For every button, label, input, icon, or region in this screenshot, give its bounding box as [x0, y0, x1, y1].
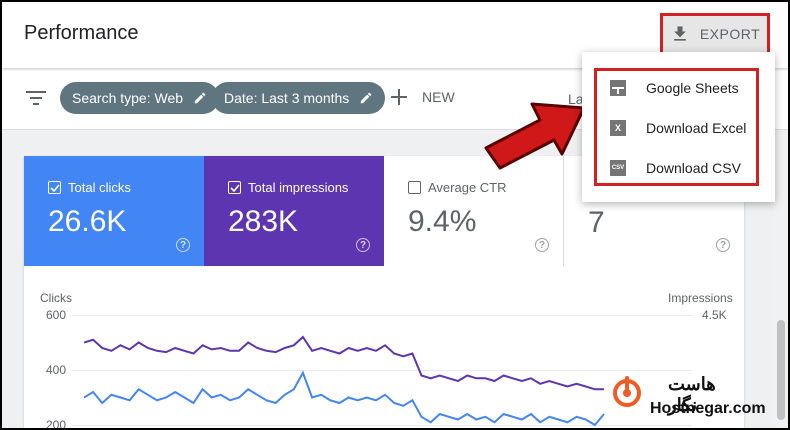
left-axis-title: Clicks: [40, 291, 72, 305]
menu-item-google-sheets[interactable]: Google Sheets: [610, 80, 739, 96]
filter-icon[interactable]: [26, 90, 46, 106]
left-tick-label: 600: [46, 308, 67, 322]
brand-domain: Hostnegar.com: [650, 400, 766, 417]
download-icon: [674, 26, 686, 41]
edit-icon: [361, 92, 372, 104]
chip-label: Search type: Web: [72, 90, 184, 106]
series-line-impressions: [84, 335, 604, 391]
hostnegar-logo: [613, 376, 641, 407]
metric-total-impressions[interactable]: Total impressions 283K ?: [204, 156, 384, 266]
export-button[interactable]: EXPORT: [660, 13, 770, 55]
search-type-chip[interactable]: Search type: Web: [60, 82, 220, 114]
date-chip[interactable]: Date: Last 3 months: [212, 82, 386, 114]
check-icon: [49, 183, 60, 192]
metric-value: 7: [588, 206, 605, 239]
help-icon[interactable]: ?: [535, 238, 549, 252]
metric-value: 9.4%: [408, 205, 477, 238]
checkbox[interactable]: [408, 181, 421, 194]
right-axis-title: Impressions: [668, 291, 733, 305]
check-icon: [229, 183, 240, 192]
menu-item-label: Download CSV: [646, 160, 741, 176]
page-title: Performance: [24, 22, 139, 44]
scrollbar[interactable]: [774, 130, 788, 428]
metric-label: Total clicks: [68, 180, 131, 195]
app-window: Performance EXPORT Search type: Web Date…: [0, 0, 790, 430]
left-tick-label: 400: [46, 363, 67, 377]
metric-label: Total impressions: [248, 180, 349, 195]
metric-total-clicks[interactable]: Total clicks 26.6K ?: [24, 156, 204, 266]
excel-icon: X: [610, 120, 626, 136]
new-label: NEW: [422, 89, 455, 105]
metric-value: 283K: [228, 205, 299, 238]
help-icon[interactable]: ?: [356, 238, 370, 252]
pointer-arrow-icon: [484, 102, 586, 170]
menu-item-label: Download Excel: [646, 120, 747, 136]
left-tick-label: 200: [46, 418, 67, 430]
sheets-icon: [610, 80, 626, 96]
new-filter-button[interactable]: NEW: [390, 88, 455, 106]
csv-icon: CSV: [610, 160, 626, 176]
export-dropdown-menu: Google Sheets X Download Excel CSV Downl…: [582, 52, 775, 202]
scrollbar-thumb[interactable]: [777, 320, 785, 420]
chip-label: Date: Last 3 months: [224, 90, 350, 106]
menu-item-label: Google Sheets: [646, 80, 739, 96]
menu-item-download-excel[interactable]: X Download Excel: [610, 120, 746, 136]
plus-icon: [391, 89, 407, 105]
help-icon[interactable]: ?: [176, 238, 190, 252]
menu-item-download-csv[interactable]: CSV Download CSV: [610, 160, 741, 176]
edit-icon: [194, 92, 206, 104]
right-tick-label: 4.5K: [702, 308, 727, 322]
metric-value: 26.6K: [48, 205, 127, 238]
checkbox[interactable]: [48, 181, 61, 194]
export-label: EXPORT: [699, 26, 761, 42]
checkbox[interactable]: [228, 181, 241, 194]
performance-chart: [84, 335, 605, 427]
help-icon[interactable]: ?: [716, 238, 730, 252]
